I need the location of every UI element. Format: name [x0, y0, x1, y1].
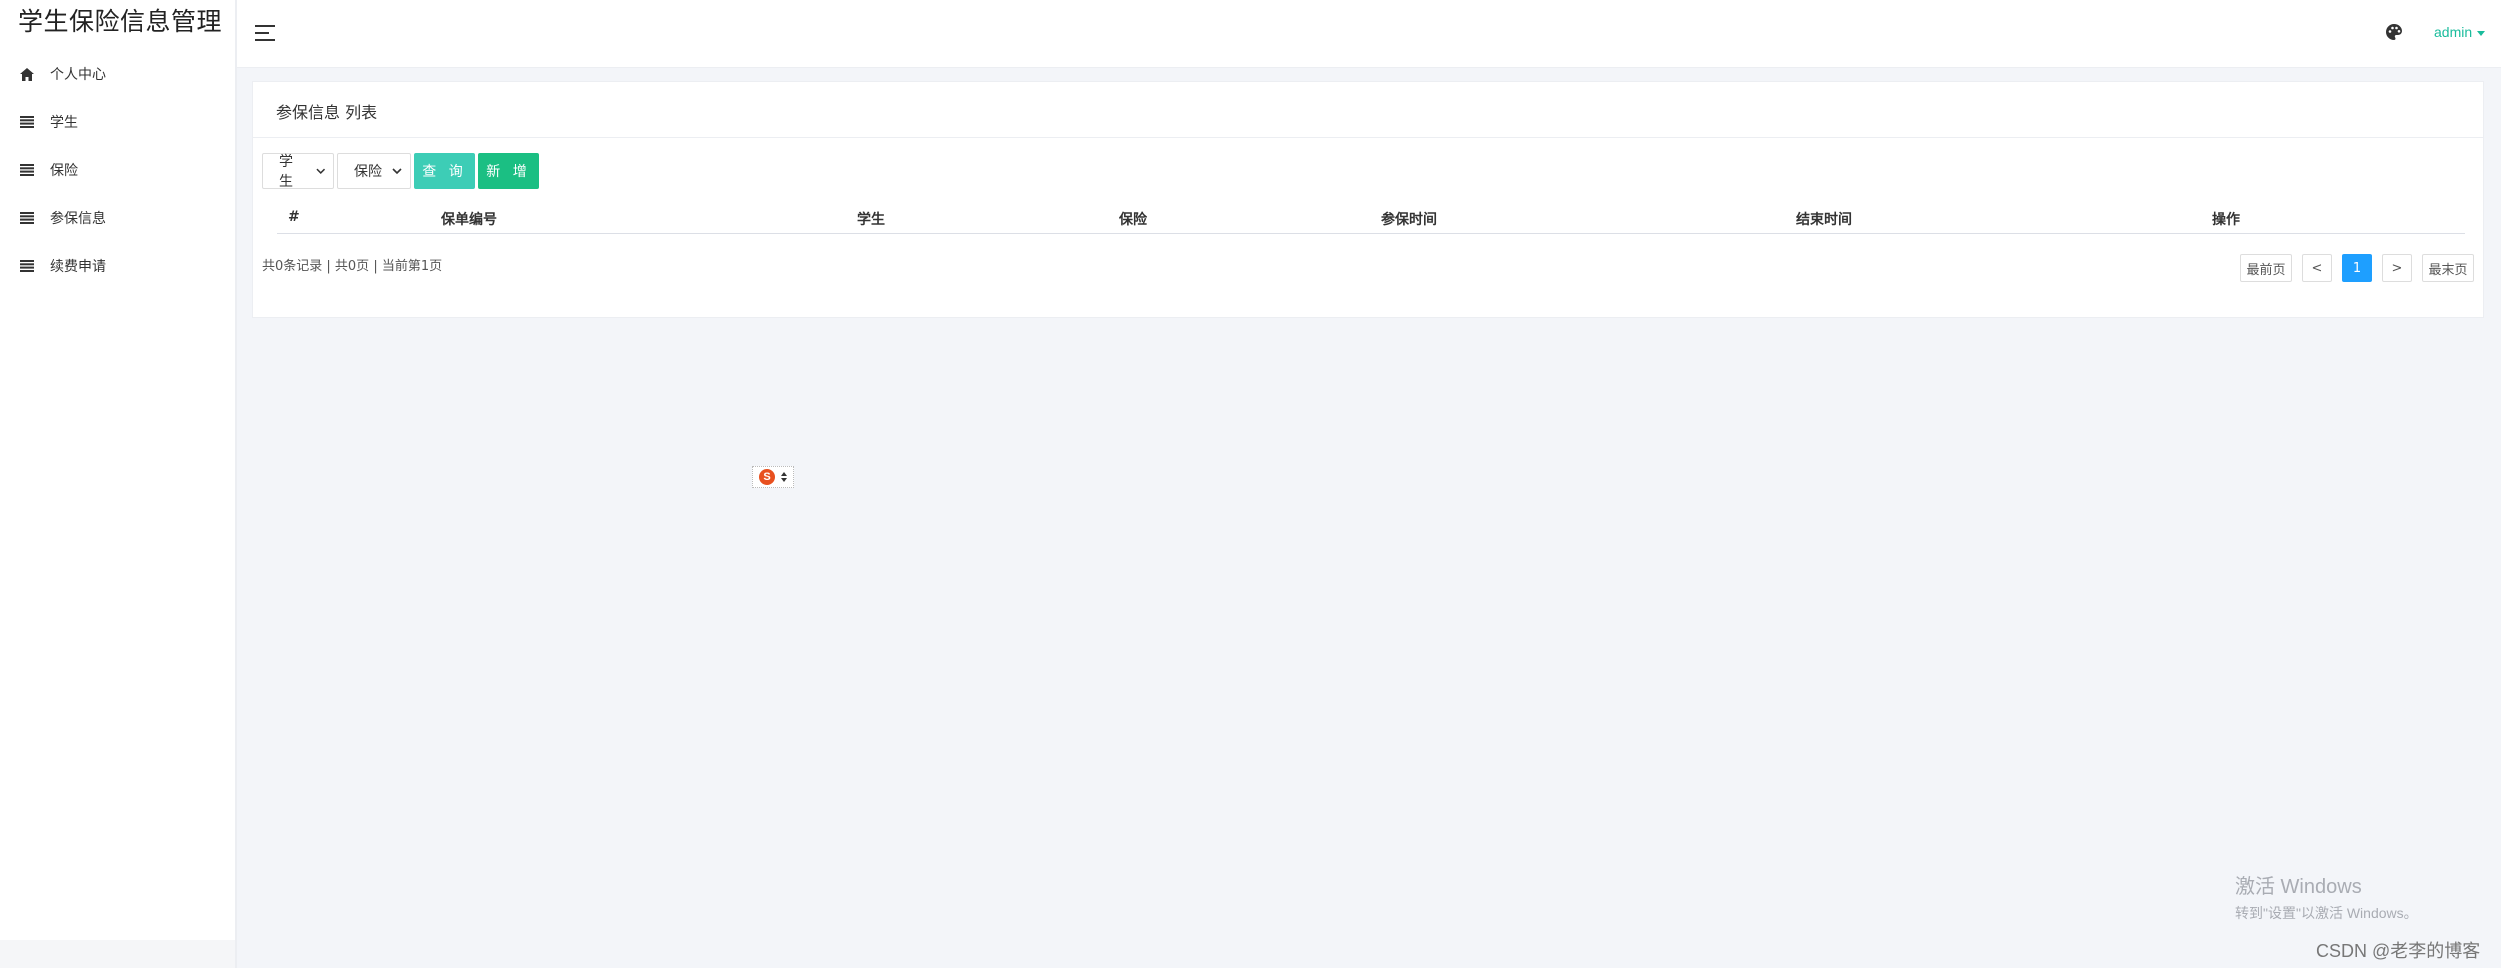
sidebar-item-label: 个人中心 [50, 67, 106, 83]
list-icon [19, 114, 35, 130]
next-page-button[interactable]: > [2382, 254, 2412, 282]
column-header-student: 学生 [857, 212, 885, 228]
sidebar-item-label: 续费申请 [50, 259, 106, 275]
chevron-down-icon [392, 168, 402, 175]
first-page-button[interactable]: 最前页 [2240, 254, 2292, 282]
table-header: # 保单编号 学生 保险 参保时间 结束时间 操作 [277, 202, 2465, 234]
home-icon [19, 66, 35, 82]
divider [253, 137, 2483, 138]
panel-title: 参保信息 列表 [276, 103, 378, 122]
column-header-start-time: 参保时间 [1381, 212, 1437, 228]
insurance-select[interactable]: 保险 [337, 153, 411, 189]
list-panel: 参保信息 列表 学生 保险 查 询 新 增 # 保单编号 学生 保险 参保时间 … [252, 81, 2484, 318]
add-button[interactable]: 新 增 [478, 153, 539, 189]
pagination-info: 共0条记录 | 共0页 | 当前第1页 [262, 259, 443, 274]
column-header-end-time: 结束时间 [1796, 212, 1852, 228]
sidebar-item-personal-center[interactable]: 个人中心 [0, 50, 235, 98]
watermark-subtitle: 转到"设置"以激活 Windows。 [2235, 905, 2418, 921]
windows-activation-watermark: 激活 Windows 转到"设置"以激活 Windows。 [2235, 870, 2418, 923]
sidebar-item-enrollment-info[interactable]: 参保信息 [0, 194, 235, 242]
sidebar-item-insurance[interactable]: 保险 [0, 146, 235, 194]
palette-icon[interactable] [2385, 23, 2405, 43]
sogou-ime-icon: S [759, 469, 775, 485]
query-button[interactable]: 查 询 [414, 153, 475, 189]
sidebar-item-label: 学生 [50, 115, 78, 131]
up-down-arrows-icon [781, 472, 787, 482]
sidebar-footer [0, 940, 235, 968]
list-icon [19, 210, 35, 226]
hamburger-icon[interactable] [255, 24, 277, 42]
caret-down-icon [2477, 30, 2486, 36]
toolbar: 学生 保险 查 询 新 增 [262, 153, 539, 190]
student-select[interactable]: 学生 [262, 153, 334, 190]
csdn-watermark: CSDN @老李的博客 [2316, 941, 2481, 961]
column-header-index: # [288, 209, 300, 225]
top-header: admin [237, 0, 2501, 68]
column-header-policy-number: 保单编号 [441, 212, 497, 228]
list-icon [19, 162, 35, 178]
list-icon [19, 258, 35, 274]
last-page-button[interactable]: 最末页 [2422, 254, 2474, 282]
column-header-insurance: 保险 [1119, 212, 1147, 228]
chevron-down-icon [315, 168, 325, 174]
sidebar-item-student[interactable]: 学生 [0, 98, 235, 146]
insurance-select-value: 保险 [354, 164, 382, 180]
pagination: 最前页 < 1 > 最末页 [2240, 254, 2474, 282]
user-menu[interactable]: admin [2434, 24, 2486, 40]
prev-page-button[interactable]: < [2302, 254, 2332, 282]
user-name: admin [2434, 24, 2473, 40]
column-header-actions: 操作 [2212, 212, 2240, 228]
sidebar-nav: 个人中心 学生 保险 参保信息 续费申请 [0, 50, 235, 290]
sidebar: 学生保险信息管理 个人中心 学生 保险 参保信息 续费申请 [0, 0, 237, 968]
ime-toolbar[interactable]: S [752, 466, 794, 488]
watermark-title: 激活 Windows [2235, 876, 2362, 898]
student-select-value: 学生 [279, 154, 293, 190]
sidebar-item-renewal-application[interactable]: 续费申请 [0, 242, 235, 290]
app-title: 学生保险信息管理 [18, 7, 223, 36]
current-page-button[interactable]: 1 [2342, 254, 2372, 282]
sidebar-item-label: 保险 [50, 163, 78, 179]
sidebar-item-label: 参保信息 [50, 211, 106, 227]
